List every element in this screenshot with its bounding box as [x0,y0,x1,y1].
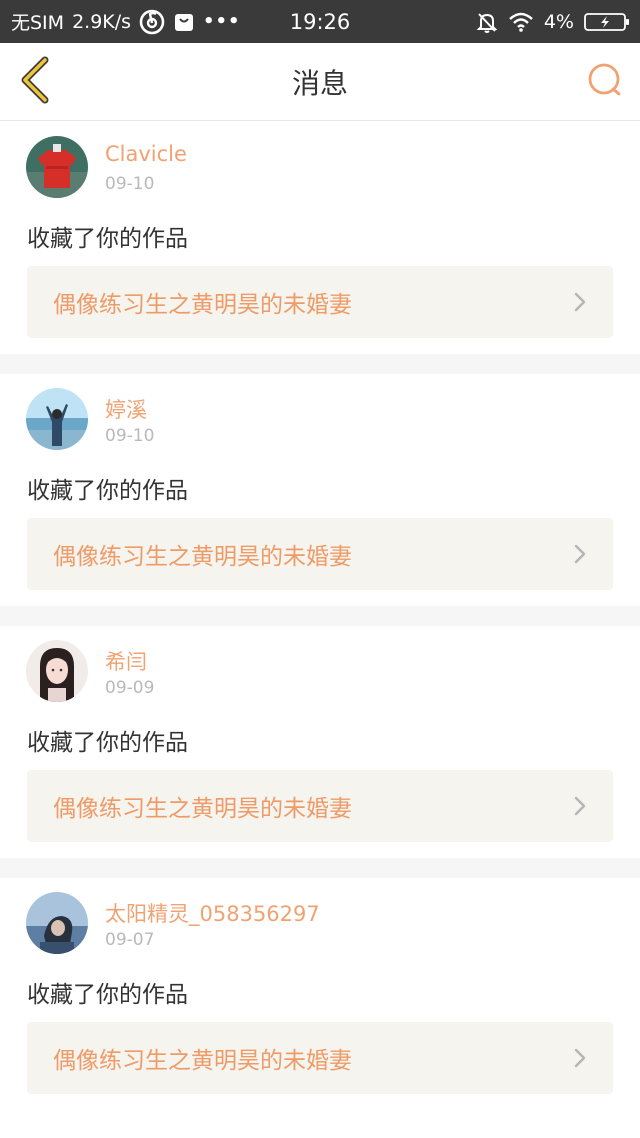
work-title: 偶像练习生之黄明昊的未婚妻 [53,796,352,822]
avatar[interactable] [26,388,88,450]
shopping-bag-icon [173,11,195,33]
message-action: 收藏了你的作品 [27,982,188,1008]
status-time: 19:26 [289,9,351,34]
message-card: 希闫 09-09 收藏了你的作品 偶像练习生之黄明昊的未婚妻 [0,626,640,858]
divider [0,858,640,878]
username[interactable]: 婷溪 [105,394,147,424]
message-date: 09-09 [105,678,155,698]
search-button[interactable] [584,61,626,103]
work-link[interactable]: 偶像练习生之黄明昊的未婚妻 [27,1022,613,1094]
status-bar: 无SIM 2.9K/s ••• 19:26 4% [0,0,640,43]
chevron-right-icon [573,518,587,590]
work-link[interactable]: 偶像练习生之黄明昊的未婚妻 [27,770,613,842]
page-title: 消息 [291,67,348,100]
message-action: 收藏了你的作品 [27,478,188,504]
battery-charging-icon [584,12,630,32]
work-link[interactable]: 偶像练习生之黄明昊的未婚妻 [27,266,613,338]
message-action: 收藏了你的作品 [27,730,188,756]
avatar[interactable] [26,136,88,198]
search-icon [586,61,624,103]
username[interactable]: 希闫 [105,646,147,676]
netease-music-icon [139,9,165,35]
message-list: Clavicle 09-10 收藏了你的作品 偶像练习生之黄明昊的未婚妻 婷溪 … [0,122,640,1110]
carrier-label: 无SIM [11,12,65,34]
chevron-right-icon [573,770,587,842]
work-link[interactable]: 偶像练习生之黄明昊的未婚妻 [27,518,613,590]
status-bar-left: 无SIM 2.9K/s ••• [11,0,241,43]
message-card: Clavicle 09-10 收藏了你的作品 偶像练习生之黄明昊的未婚妻 [0,122,640,354]
work-title: 偶像练习生之黄明昊的未婚妻 [53,292,352,318]
more-dots-icon: ••• [203,11,241,32]
divider [0,354,640,374]
username[interactable]: Clavicle [105,142,187,166]
chevron-right-icon [573,266,587,338]
mute-bell-icon [476,11,498,33]
nav-bar: 消息 [0,43,640,121]
message-date: 09-10 [105,426,155,446]
divider [0,606,640,626]
message-date: 09-07 [105,930,155,950]
work-title: 偶像练习生之黄明昊的未婚妻 [53,1048,352,1074]
back-button[interactable] [14,56,54,108]
network-speed: 2.9K/s [72,10,132,33]
avatar[interactable] [26,640,88,702]
message-date: 09-10 [105,174,155,194]
wifi-icon [508,11,534,33]
chevron-left-icon [17,56,51,108]
chevron-right-icon [573,1022,587,1094]
message-card: 婷溪 09-10 收藏了你的作品 偶像练习生之黄明昊的未婚妻 [0,374,640,606]
avatar[interactable] [26,892,88,954]
battery-percent: 4% [543,10,574,33]
status-bar-right: 4% [476,0,630,43]
work-title: 偶像练习生之黄明昊的未婚妻 [53,544,352,570]
message-action: 收藏了你的作品 [27,226,188,252]
message-card: 太阳精灵_058356297 09-07 收藏了你的作品 偶像练习生之黄明昊的未… [0,878,640,1110]
username[interactable]: 太阳精灵_058356297 [105,898,320,928]
